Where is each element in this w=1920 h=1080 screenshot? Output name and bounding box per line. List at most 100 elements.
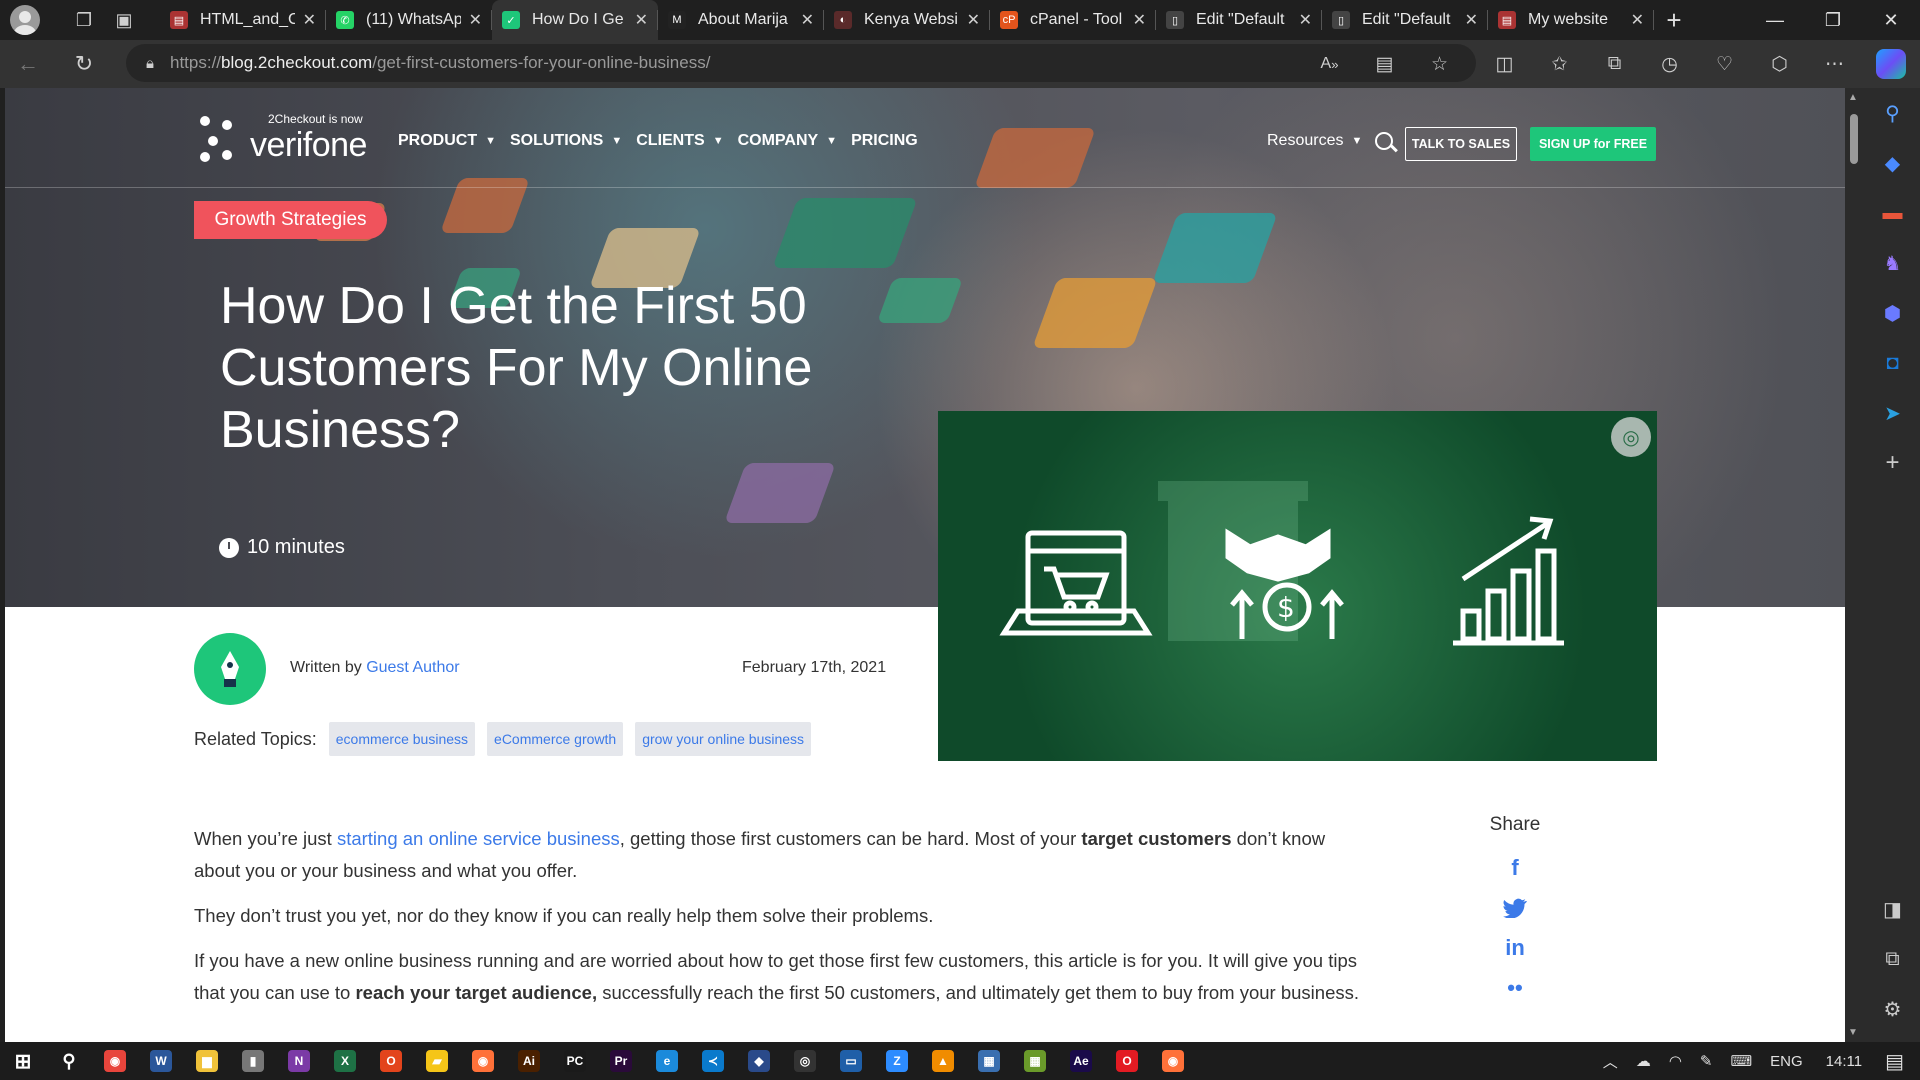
language-indicator[interactable]: ENG	[1761, 1053, 1812, 1070]
nav-pricing[interactable]: PRICING	[851, 132, 918, 150]
windows-start-icon[interactable]: ⊞	[0, 1042, 46, 1080]
taskbar-edge-icon[interactable]: e	[644, 1042, 690, 1080]
profile-avatar[interactable]	[10, 5, 40, 35]
split-screen-icon[interactable]: ◫	[1477, 53, 1532, 76]
lock-icon[interactable]: 🔒︎	[146, 55, 154, 72]
add-sidebar-app-icon[interactable]: +	[1865, 438, 1920, 488]
wifi-icon[interactable]: ◠	[1660, 1052, 1691, 1070]
open-external-icon[interactable]: ⧉	[1865, 934, 1920, 984]
search-icon[interactable]	[1375, 132, 1393, 150]
close-tab-icon[interactable]: ✕	[967, 10, 980, 30]
clock[interactable]: 14:11	[1812, 1053, 1876, 1070]
tab-actions-icon[interactable]: ▣	[104, 0, 144, 40]
back-button[interactable]: ←	[0, 40, 56, 88]
verifone-logo[interactable]: 2Checkout is now verifone	[200, 112, 367, 162]
browser-tab[interactable]: ▯ Edit "Default ✕	[1322, 0, 1488, 40]
browser-tab[interactable]: ▯ Edit "Default ✕	[1156, 0, 1322, 40]
taskbar-app4-icon[interactable]: ▦	[1012, 1042, 1058, 1080]
resources-menu[interactable]: Resources ▼	[1267, 132, 1362, 150]
copilot-icon[interactable]	[1876, 49, 1906, 79]
performance-icon[interactable]: ♡	[1697, 53, 1752, 76]
refresh-button[interactable]: ↻	[56, 40, 112, 88]
close-tab-icon[interactable]: ✕	[635, 10, 648, 30]
taskbar-office-icon[interactable]: O	[368, 1042, 414, 1080]
browser-tab[interactable]: ✓ How Do I Ge ✕	[492, 0, 658, 40]
taskbar-zoom-icon[interactable]: Z	[874, 1042, 920, 1080]
notifications-icon[interactable]: ▤	[1876, 1049, 1920, 1074]
minimize-button[interactable]: —	[1746, 0, 1804, 40]
taskbar-illustrator-icon[interactable]: Ai	[506, 1042, 552, 1080]
menu-icon[interactable]: ⋯	[1807, 53, 1862, 76]
service-business-link[interactable]: starting an online service business	[337, 828, 620, 849]
taskbar-onenote-icon[interactable]: N	[276, 1042, 322, 1080]
workspaces-icon[interactable]: ❐	[64, 0, 104, 40]
url-field[interactable]: 🔒︎ https://blog.2checkout.com/get-first-…	[126, 44, 1476, 82]
taskbar-vlc-icon[interactable]: ▲	[920, 1042, 966, 1080]
browser-tab[interactable]: ▤ HTML_and_C ✕	[160, 0, 326, 40]
browser-tab[interactable]: M About Marija ✕	[658, 0, 824, 40]
tools-icon[interactable]: ▬	[1865, 188, 1920, 238]
favorite-star-icon[interactable]: ☆	[1412, 53, 1467, 76]
sidebar-search-icon[interactable]: ⚲	[1865, 88, 1920, 138]
nav-solutions[interactable]: SOLUTIONS ▼	[510, 132, 622, 150]
author-link[interactable]: Guest Author	[366, 659, 459, 676]
games-icon[interactable]: ♞	[1865, 238, 1920, 288]
topic-tag[interactable]: ecommerce business	[328, 722, 476, 756]
close-tab-icon[interactable]: ✕	[801, 10, 814, 30]
scroll-thumb[interactable]	[1850, 114, 1858, 164]
sign-up-button[interactable]: SIGN UP for FREE	[1530, 127, 1656, 161]
page-scrollbar[interactable]: ▲ ▼	[1845, 88, 1865, 1042]
collections-icon[interactable]: ⧉	[1587, 53, 1642, 75]
taskbar-aftereffects-icon[interactable]: Ae	[1058, 1042, 1104, 1080]
taskbar-search-icon[interactable]: ⚲	[46, 1042, 92, 1080]
settings-gear-icon[interactable]: ⚙	[1865, 984, 1920, 1034]
history-icon[interactable]: ◷	[1642, 53, 1697, 76]
restore-button[interactable]: ❐	[1804, 0, 1862, 40]
scroll-up-icon[interactable]: ▲	[1848, 92, 1858, 103]
taskbar-opera-icon[interactable]: O	[1104, 1042, 1150, 1080]
new-tab-button[interactable]: +	[1654, 5, 1694, 36]
close-tab-icon[interactable]: ✕	[1133, 10, 1146, 30]
screenshot-icon[interactable]: ⬡	[1752, 53, 1807, 76]
keyboard-icon[interactable]: ⌨	[1721, 1052, 1761, 1070]
browser-tab[interactable]: ◐ Kenya Websi ✕	[824, 0, 990, 40]
linkedin-icon[interactable]: in	[1485, 928, 1545, 968]
outlook-icon[interactable]: ◘	[1865, 338, 1920, 388]
browser-tab[interactable]: ✆ (11) WhatsAp ✕	[326, 0, 492, 40]
scroll-down-icon[interactable]: ▼	[1848, 1027, 1858, 1038]
close-tab-icon[interactable]: ✕	[1299, 10, 1312, 30]
sidebar-layout-icon[interactable]: ◨	[1865, 884, 1920, 934]
category-badge[interactable]: Growth Strategies	[194, 201, 387, 239]
taskbar-chrome-icon[interactable]: ◉	[92, 1042, 138, 1080]
close-tab-icon[interactable]: ✕	[303, 10, 316, 30]
close-tab-icon[interactable]: ✕	[1631, 10, 1644, 30]
taskbar-firefox2-icon[interactable]: ◉	[1150, 1042, 1196, 1080]
taskbar-excel-icon[interactable]: X	[322, 1042, 368, 1080]
talk-to-sales-button[interactable]: TALK TO SALES	[1405, 127, 1517, 161]
tray-chevron-icon[interactable]: ︿	[1594, 1051, 1627, 1072]
taskbar-pycharm-icon[interactable]: PC	[552, 1042, 598, 1080]
taskbar-explorer-icon[interactable]: ▆	[184, 1042, 230, 1080]
facebook-icon[interactable]: f	[1485, 848, 1545, 888]
nav-clients[interactable]: CLIENTS ▼	[636, 132, 723, 150]
pen-icon[interactable]: ✎	[1691, 1052, 1722, 1070]
taskbar-obs-icon[interactable]: ◎	[782, 1042, 828, 1080]
favorites-icon[interactable]: ✩	[1532, 53, 1587, 76]
taskbar-sticky-icon[interactable]: ▰	[414, 1042, 460, 1080]
taskbar-usb-icon[interactable]: ▮	[230, 1042, 276, 1080]
browser-tab[interactable]: ▤ My website ✕	[1488, 0, 1654, 40]
browser-tab[interactable]: cP cPanel - Tool ✕	[990, 0, 1156, 40]
topic-tag[interactable]: grow your online business	[635, 722, 812, 756]
copilot-sidebar-icon[interactable]: ⬢	[1865, 288, 1920, 338]
nav-product[interactable]: PRODUCT ▼	[398, 132, 496, 150]
read-aloud-icon[interactable]: A»	[1302, 55, 1357, 73]
onedrive-icon[interactable]: ☁	[1627, 1052, 1660, 1070]
telegram-icon[interactable]: ➤	[1865, 388, 1920, 438]
twitter-icon[interactable]	[1485, 888, 1545, 928]
close-tab-icon[interactable]: ✕	[469, 10, 482, 30]
taskbar-word-icon[interactable]: W	[138, 1042, 184, 1080]
taskbar-app2-icon[interactable]: ◆	[736, 1042, 782, 1080]
visual-search-icon[interactable]: ◎	[1611, 417, 1651, 457]
nav-company[interactable]: COMPANY ▼	[738, 132, 837, 150]
close-tab-icon[interactable]: ✕	[1465, 10, 1478, 30]
